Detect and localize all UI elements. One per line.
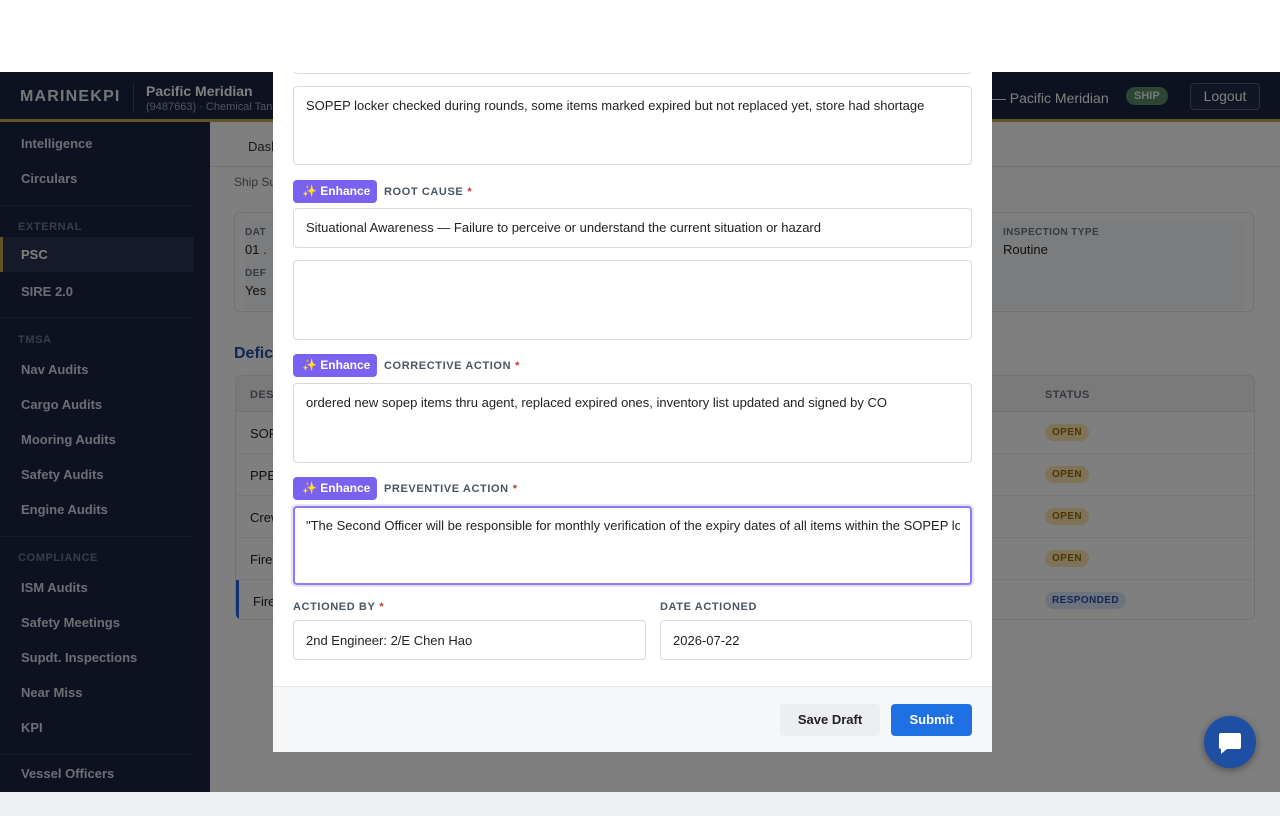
enhance-root-cause-button[interactable]: ✨ Enhance xyxy=(293,180,377,203)
response-modal: SOPEP locker checked during rounds, some… xyxy=(273,72,992,752)
root-cause-detail-textarea[interactable] xyxy=(293,260,972,340)
date-actioned-value: 2026-07-22 xyxy=(673,633,740,648)
save-draft-button[interactable]: Save Draft xyxy=(780,704,880,736)
bottom-strip xyxy=(0,792,1280,816)
chat-button[interactable] xyxy=(1204,716,1256,768)
submit-button[interactable]: Submit xyxy=(891,704,972,736)
top-blank-strip xyxy=(0,0,1280,72)
previous-field-edge xyxy=(293,72,972,74)
date-actioned-input[interactable]: 2026-07-22 xyxy=(660,620,972,660)
corrective-action-text: ordered new sopep items thru agent, repl… xyxy=(306,395,888,410)
root-cause-value: Situational Awareness — Failure to perce… xyxy=(306,220,821,235)
corrective-action-label: CORRECTIVE ACTION * xyxy=(384,360,521,372)
modal-footer: Save Draft Submit xyxy=(273,686,992,752)
enhance-corrective-button[interactable]: ✨ Enhance xyxy=(293,354,377,377)
root-cause-select[interactable]: Situational Awareness — Failure to perce… xyxy=(293,208,972,248)
description-textarea[interactable]: SOPEP locker checked during rounds, some… xyxy=(293,86,972,165)
actioned-by-select[interactable]: 2nd Engineer: 2/E Chen Hao xyxy=(293,620,646,660)
corrective-action-textarea[interactable]: ordered new sopep items thru agent, repl… xyxy=(293,383,972,463)
preventive-action-textarea[interactable]: "The Second Officer will be responsible … xyxy=(293,506,972,585)
actioned-by-label: ACTIONED BY * xyxy=(293,601,385,613)
chat-bubble-icon xyxy=(1219,733,1241,754)
root-cause-label: ROOT CAUSE * xyxy=(384,186,473,198)
actioned-by-value: 2nd Engineer: 2/E Chen Hao xyxy=(306,633,473,648)
description-text: SOPEP locker checked during rounds, some… xyxy=(306,98,925,113)
preventive-action-label: PREVENTIVE ACTION * xyxy=(384,483,518,495)
enhance-preventive-button[interactable]: ✨ Enhance xyxy=(293,477,377,500)
date-actioned-label: DATE ACTIONED xyxy=(660,601,758,613)
preventive-action-text: "The Second Officer will be responsible … xyxy=(306,518,960,533)
